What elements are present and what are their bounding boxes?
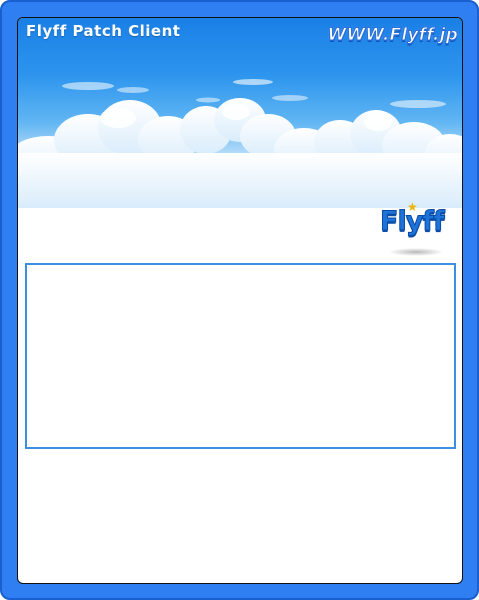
logo-shadow	[388, 248, 444, 256]
patch-log-text	[27, 265, 454, 277]
window-border: Flyff Patch Client WWW.Flyff.jp ★ Flyff	[12, 12, 467, 588]
patch-log-box[interactable]	[25, 263, 456, 449]
window-title: Flyff Patch Client	[26, 22, 181, 40]
launcher-window: Flyff Patch Client WWW.Flyff.jp ★ Flyff	[0, 0, 479, 600]
logo-wordmark: Flyff	[380, 206, 446, 238]
main-panel: Flyff Patch Client WWW.Flyff.jp ★ Flyff	[17, 17, 463, 584]
website-link[interactable]: WWW.Flyff.jp	[327, 25, 458, 46]
flyff-logo: ★ Flyff	[380, 200, 450, 258]
sky-banner: Flyff Patch Client WWW.Flyff.jp	[18, 18, 462, 208]
cloud-illustration	[18, 79, 462, 208]
